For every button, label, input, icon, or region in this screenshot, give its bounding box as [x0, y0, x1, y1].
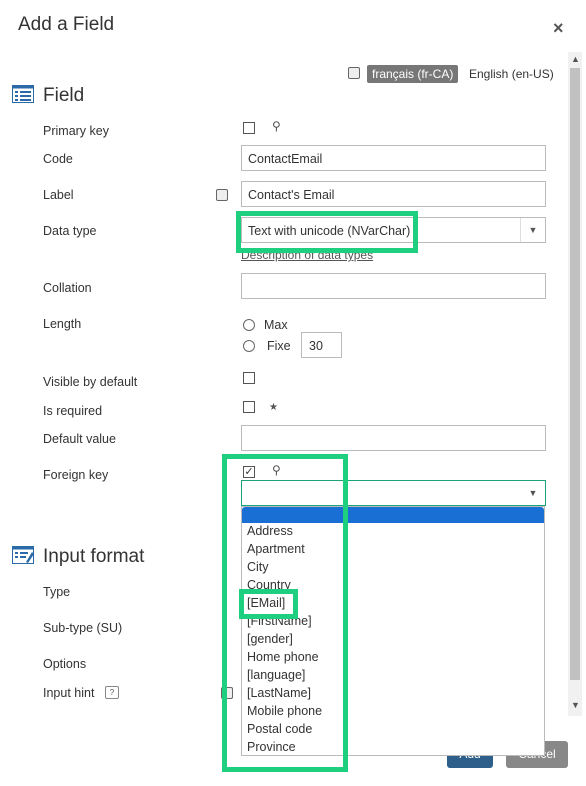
is-required-label: Is required [43, 404, 103, 418]
collation-label: Collation [43, 281, 92, 295]
length-value-input[interactable]: 30 [301, 332, 342, 358]
primary-key-label: Primary key [43, 124, 109, 138]
length-fixe-label: Fixe [267, 339, 291, 353]
dropdown-option[interactable]: [FirstName] [247, 614, 312, 628]
label-label: Label [43, 188, 74, 202]
scroll-up-icon[interactable]: ▲ [571, 54, 580, 64]
data-type-label: Data type [43, 224, 97, 238]
edit-list-icon [12, 546, 34, 564]
dropdown-option[interactable]: Apartment [247, 542, 305, 556]
length-fixe-radio[interactable] [243, 340, 255, 352]
key-icon: ⚲ [272, 119, 281, 133]
list-icon [12, 85, 34, 103]
chevron-down-icon[interactable]: ▼ [520, 218, 545, 242]
foreign-key-label: Foreign key [43, 468, 109, 482]
dropdown-option[interactable]: Country [247, 578, 291, 592]
section-title-field: Field [43, 85, 85, 106]
dropdown-option[interactable]: Home phone [247, 650, 319, 664]
data-types-link[interactable]: Description of data types [241, 248, 373, 262]
foreign-key-dropdown[interactable]: Address Apartment City Country [EMail] [… [241, 506, 545, 756]
dropdown-option[interactable]: Address [247, 524, 293, 538]
options-label: Options [43, 657, 87, 671]
dropdown-option[interactable]: City [247, 560, 269, 574]
star-icon: ★ [269, 402, 278, 413]
primary-key-checkbox[interactable] [243, 122, 255, 134]
dropdown-selected-option[interactable] [242, 507, 544, 523]
dialog-title: Add a Field [18, 14, 115, 35]
help-icon[interactable]: ? [105, 686, 119, 699]
section-title-input-format: Input format [43, 546, 145, 567]
input-hint-label: Input hint [43, 686, 95, 700]
visible-by-default-label: Visible by default [43, 375, 138, 389]
collation-input[interactable] [241, 273, 546, 299]
language-icon [348, 67, 360, 79]
language-tab-active[interactable]: français (fr-CA) [367, 65, 459, 83]
data-type-value: Text with unicode (NVarChar) [248, 224, 411, 238]
sub-type-label: Sub-type (SU) [43, 621, 123, 635]
length-label: Length [43, 317, 82, 331]
close-icon[interactable]: × [553, 18, 564, 39]
language-icon [221, 687, 233, 699]
scroll-down-icon[interactable]: ▼ [571, 700, 580, 710]
foreign-key-checkbox[interactable]: ✓ [243, 466, 255, 478]
dropdown-option[interactable]: [EMail] [247, 596, 285, 610]
language-tab-other[interactable]: English (en-US) [469, 67, 554, 81]
scrollbar-thumb[interactable] [570, 68, 580, 680]
dropdown-option[interactable]: Postal code [247, 722, 312, 736]
visible-by-default-checkbox[interactable] [243, 372, 255, 384]
dropdown-option[interactable]: Province [247, 740, 296, 754]
data-type-select[interactable]: Text with unicode (NVarChar) ▼ [241, 217, 546, 243]
type-label: Type [43, 585, 71, 599]
dropdown-option[interactable]: [gender] [247, 632, 293, 646]
length-max-label: Max [264, 318, 288, 332]
default-value-input[interactable] [241, 425, 546, 451]
key-icon: ⚲ [272, 463, 281, 477]
code-label: Code [43, 152, 73, 166]
dropdown-option[interactable]: Mobile phone [247, 704, 322, 718]
length-max-radio[interactable] [243, 319, 255, 331]
is-required-checkbox[interactable] [243, 401, 255, 413]
foreign-key-select[interactable]: ▼ [241, 480, 546, 506]
dropdown-option[interactable]: [LastName] [247, 686, 311, 700]
default-value-label: Default value [43, 432, 116, 446]
dropdown-option[interactable]: [language] [247, 668, 305, 682]
label-input[interactable]: Contact's Email [241, 181, 546, 207]
code-input[interactable]: ContactEmail [241, 145, 546, 171]
chevron-down-icon[interactable]: ▼ [521, 481, 545, 505]
language-icon [216, 189, 228, 201]
